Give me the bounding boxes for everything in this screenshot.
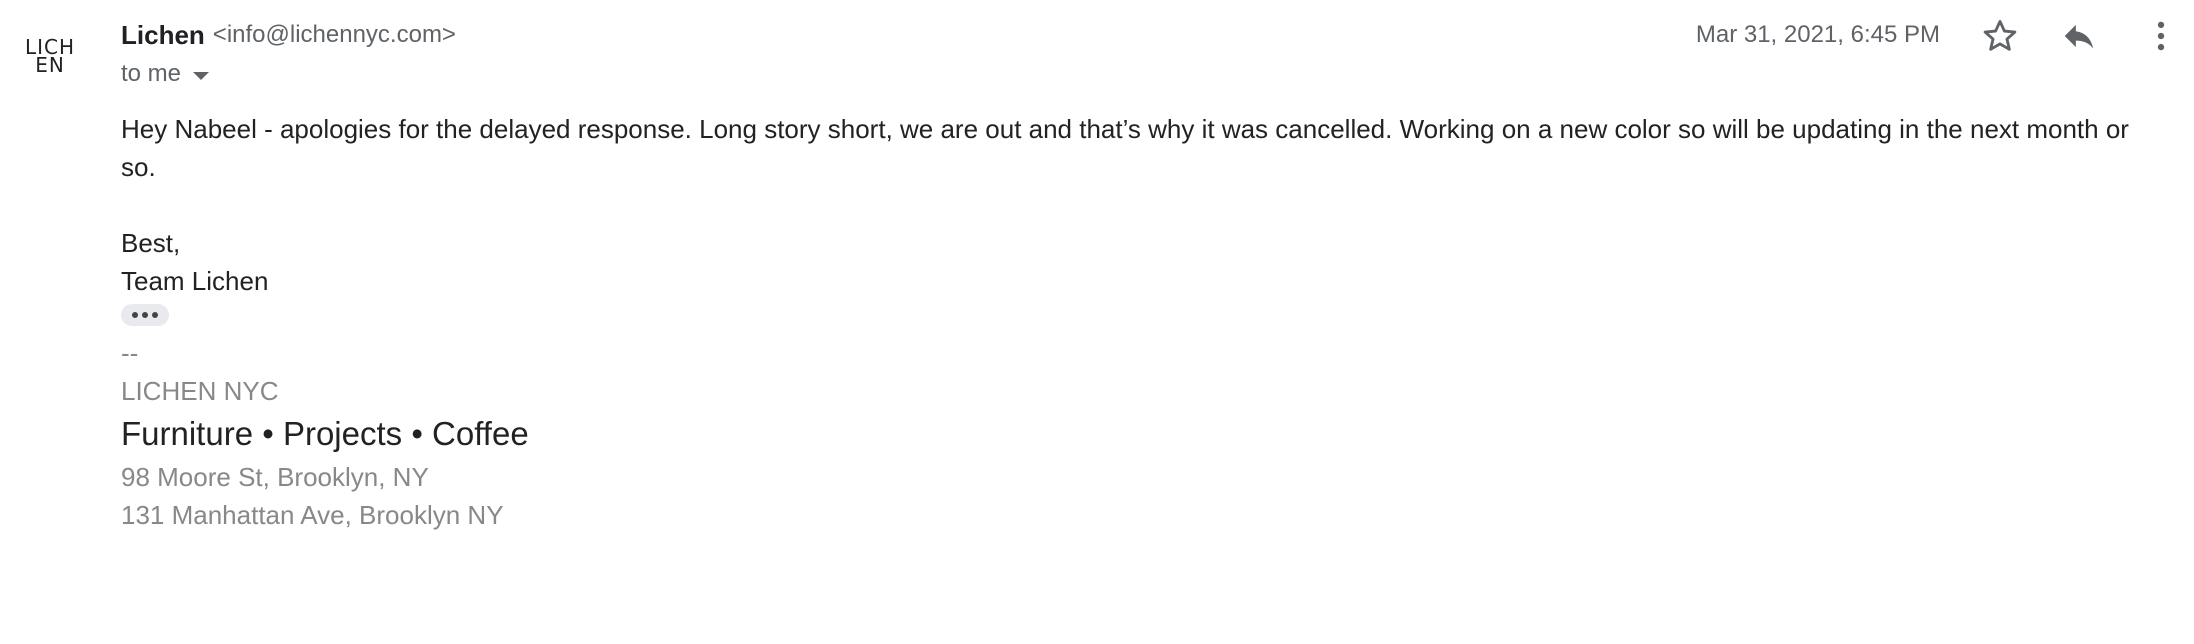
message-header: Lichen <info@lichennyc.com> to me bbox=[121, 18, 456, 88]
message-date: Mar 31, 2021, 6:45 PM bbox=[1695, 21, 1940, 48]
signature-company: LICHEN NYC bbox=[121, 376, 279, 406]
reply-icon[interactable] bbox=[2055, 12, 2103, 60]
body-signoff: Team Lichen bbox=[121, 266, 269, 296]
body-paragraph: Hey Nabeel - apologies for the delayed r… bbox=[121, 114, 2129, 182]
signature-tagline: Furniture • Projects • Coffee bbox=[121, 415, 529, 452]
message-body: Hey Nabeel - apologies for the delayed r… bbox=[121, 110, 2151, 534]
sender-email: <info@lichennyc.com> bbox=[212, 21, 456, 48]
sender-line: Lichen <info@lichennyc.com> bbox=[121, 18, 456, 52]
body-closing: Best, bbox=[121, 228, 181, 258]
ellipsis-dot bbox=[142, 312, 148, 318]
chevron-down-icon[interactable] bbox=[193, 71, 210, 80]
recipient-label: to me bbox=[121, 60, 182, 87]
signature-address-1: 98 Moore St, Brooklyn, NY bbox=[121, 462, 429, 492]
ellipsis-dot bbox=[132, 312, 138, 318]
signature-address-2: 131 Manhattan Ave, Brooklyn NY bbox=[121, 500, 504, 530]
show-trimmed-content-button[interactable] bbox=[121, 304, 169, 326]
star-icon[interactable] bbox=[1976, 12, 2024, 60]
ellipsis-dot bbox=[152, 312, 158, 318]
sender-avatar: LICH EN bbox=[20, 34, 80, 78]
more-vert-icon[interactable] bbox=[2137, 12, 2185, 60]
avatar-line-2: EN bbox=[35, 53, 65, 77]
recipient-details-toggle[interactable]: to me bbox=[121, 60, 210, 88]
sender-name[interactable]: Lichen bbox=[121, 20, 205, 51]
signature-separator: -- bbox=[121, 338, 139, 368]
